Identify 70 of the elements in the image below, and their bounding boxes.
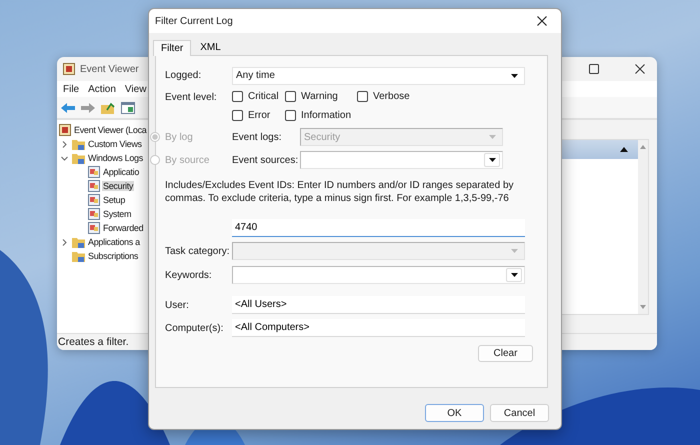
dropdown-arrow-icon: [510, 273, 518, 277]
menu-item[interactable]: View: [124, 84, 146, 94]
checkbox-label[interactable]: Information: [301, 110, 352, 121]
dropdown-arrow-icon: [488, 135, 496, 139]
tree-item[interactable]: Applicatio: [102, 167, 140, 177]
sort-arrow-icon: [620, 147, 628, 152]
tree-item[interactable]: Subscriptions: [87, 251, 140, 261]
checkbox-label[interactable]: Error: [248, 110, 270, 121]
log-icon: [88, 180, 100, 192]
window-title: Event Viewer: [80, 64, 139, 74]
checkbox-label[interactable]: Warning: [301, 91, 338, 102]
panel-icon: [121, 102, 135, 114]
checkbox-label[interactable]: Critical: [248, 91, 279, 102]
input-field[interactable]: <All Computers>: [232, 319, 525, 337]
tab[interactable]: Filter: [153, 40, 192, 56]
field-label: Logged:: [165, 70, 202, 81]
field-label: Event logs:: [232, 132, 282, 142]
menu-item[interactable]: File: [63, 84, 80, 94]
maximize-icon: [589, 64, 599, 74]
field-label: Keywords:: [165, 270, 213, 280]
folder-icon: [72, 236, 85, 248]
checkbox-label[interactable]: Verbose: [373, 91, 410, 102]
tree-item[interactable]: Custom Views: [87, 139, 143, 149]
tree-item[interactable]: System: [102, 209, 132, 219]
dropdown-arrow-icon: [488, 158, 496, 162]
field-label: Event sources:: [232, 154, 300, 166]
forward-arrow-icon: [81, 102, 95, 114]
event-viewer-icon: [63, 63, 75, 75]
log-icon: [88, 166, 100, 178]
field-label: Computer(s):: [165, 322, 224, 334]
dropdown-arrow-icon: [510, 249, 518, 253]
dropdown[interactable]: Any time: [232, 66, 525, 84]
tree-item[interactable]: Event Viewer (Loca: [73, 125, 148, 135]
tree-item[interactable]: Forwarded: [102, 223, 144, 233]
field-label: Event level:: [165, 91, 218, 103]
checkbox[interactable]: [357, 91, 368, 102]
checkbox[interactable]: [232, 91, 243, 102]
cancel-button[interactable]: Cancel: [490, 404, 549, 422]
checkbox[interactable]: [232, 110, 243, 121]
scrollbar[interactable]: [638, 140, 648, 314]
close-icon: [537, 16, 547, 26]
checkbox[interactable]: [285, 110, 296, 121]
folder-icon: [72, 250, 85, 262]
event-viewer-icon: [59, 124, 71, 136]
clear-button[interactable]: Clear: [478, 345, 533, 362]
scroll-up-icon: [640, 145, 646, 149]
tree-item[interactable]: Applications a: [87, 237, 141, 247]
field-label: Task category:: [165, 246, 230, 256]
input-field[interactable]: <All Users>: [232, 296, 525, 314]
dropdown-arrow-icon: [510, 74, 518, 78]
scroll-down-icon: [640, 305, 646, 309]
dialog-title: Filter Current Log: [155, 16, 234, 26]
folder-icon: [101, 102, 115, 114]
instruction-text: Includes/Excludes Event IDs: Enter ID numbers and/or ID ranges separated by commas. To exclude criteria, type a minus sign first. For example 1,3,5-99,-76: [165, 179, 515, 205]
log-icon: [88, 194, 100, 206]
back-arrow-icon: [61, 102, 75, 114]
tree-item[interactable]: Windows Logs: [87, 153, 144, 163]
menu-item[interactable]: Action: [88, 84, 116, 94]
folder-icon: [72, 138, 85, 150]
folder-icon: [72, 152, 85, 164]
log-icon: [88, 208, 100, 220]
tree-item[interactable]: Setup: [102, 195, 126, 205]
tab[interactable]: XML: [192, 39, 229, 55]
log-icon: [88, 222, 100, 234]
field-label: User:: [165, 300, 190, 310]
close-icon: [635, 64, 645, 74]
input-field[interactable]: 4740: [232, 219, 525, 237]
checkbox[interactable]: [285, 91, 296, 102]
ok-button[interactable]: OK: [425, 404, 484, 422]
tree-item[interactable]: Security: [102, 181, 134, 191]
